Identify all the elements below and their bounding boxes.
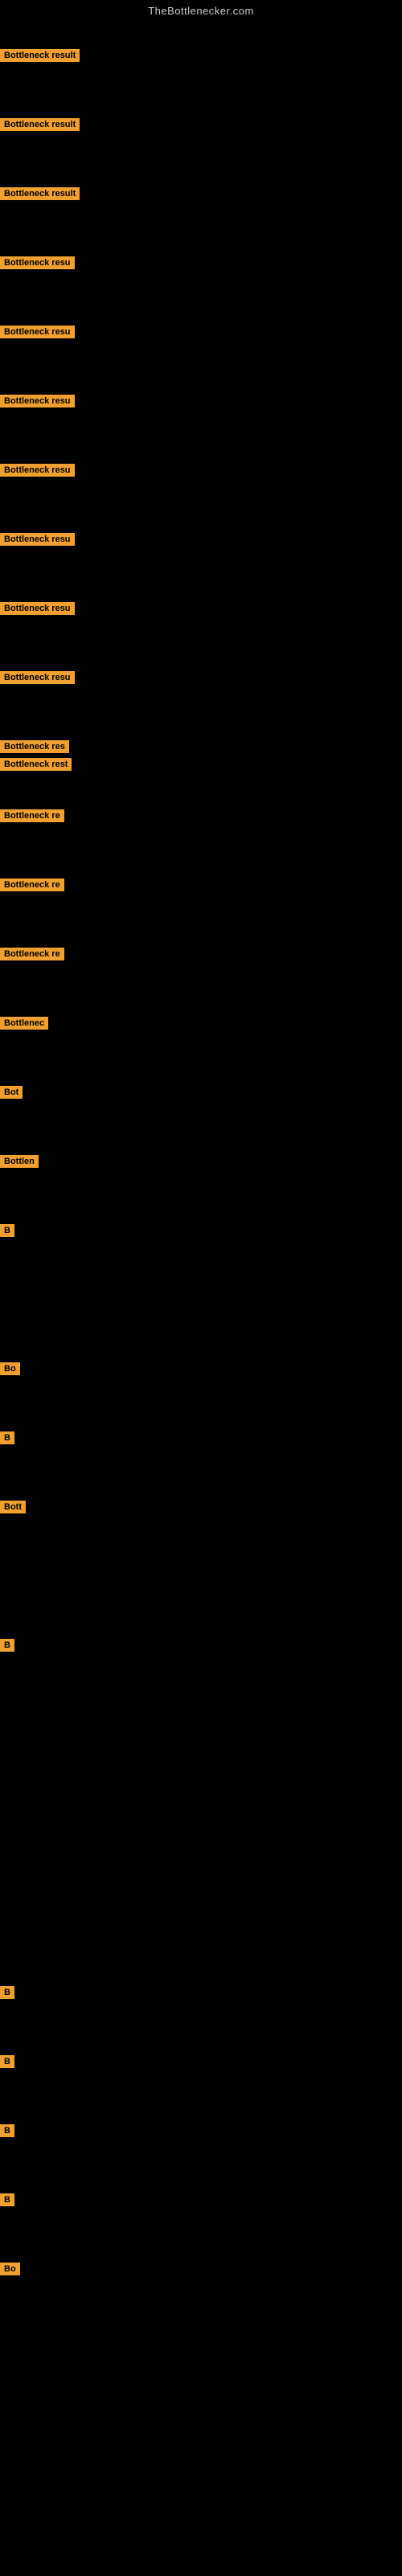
bottleneck-badge: B bbox=[0, 2124, 14, 2137]
bottleneck-badge: B bbox=[0, 1431, 14, 1444]
bottleneck-badge: Bottleneck resu bbox=[0, 326, 75, 338]
bottleneck-badge: Bottleneck rest bbox=[0, 758, 72, 771]
bottleneck-badge: Bottleneck resu bbox=[0, 256, 75, 269]
bottleneck-badge: Bo bbox=[0, 1362, 20, 1375]
bottleneck-badge: Bottleneck resu bbox=[0, 602, 75, 615]
bottleneck-badge: Bottleneck resu bbox=[0, 464, 75, 477]
bottleneck-badge: Bottleneck result bbox=[0, 49, 80, 62]
bottleneck-badge: B bbox=[0, 2193, 14, 2206]
bottleneck-badge: Bott bbox=[0, 1501, 26, 1513]
bottleneck-badge: Bottleneck re bbox=[0, 948, 64, 960]
bottleneck-badge: B bbox=[0, 2055, 14, 2068]
bottleneck-badge: Bottleneck res bbox=[0, 740, 69, 753]
bottleneck-badge: B bbox=[0, 1639, 14, 1652]
site-title: TheBottlenecker.com bbox=[0, 0, 402, 20]
bottleneck-badge: Bottleneck result bbox=[0, 118, 80, 131]
bottleneck-badge: Bottleneck result bbox=[0, 187, 80, 200]
bottleneck-badge: Bottleneck re bbox=[0, 878, 64, 891]
bottleneck-badge: Bottlen bbox=[0, 1155, 39, 1168]
bottleneck-badge: B bbox=[0, 1224, 14, 1237]
bottleneck-badge: Bottleneck resu bbox=[0, 395, 75, 407]
bottleneck-badge: Bot bbox=[0, 1086, 23, 1099]
bottleneck-badge: Bottleneck re bbox=[0, 809, 64, 822]
bottleneck-badge: Bottlenec bbox=[0, 1017, 48, 1030]
bottleneck-badge: Bottleneck resu bbox=[0, 533, 75, 546]
bottleneck-badge: Bottleneck resu bbox=[0, 671, 75, 684]
bottleneck-badge: B bbox=[0, 1986, 14, 1999]
bottleneck-badge: Bo bbox=[0, 2263, 20, 2275]
